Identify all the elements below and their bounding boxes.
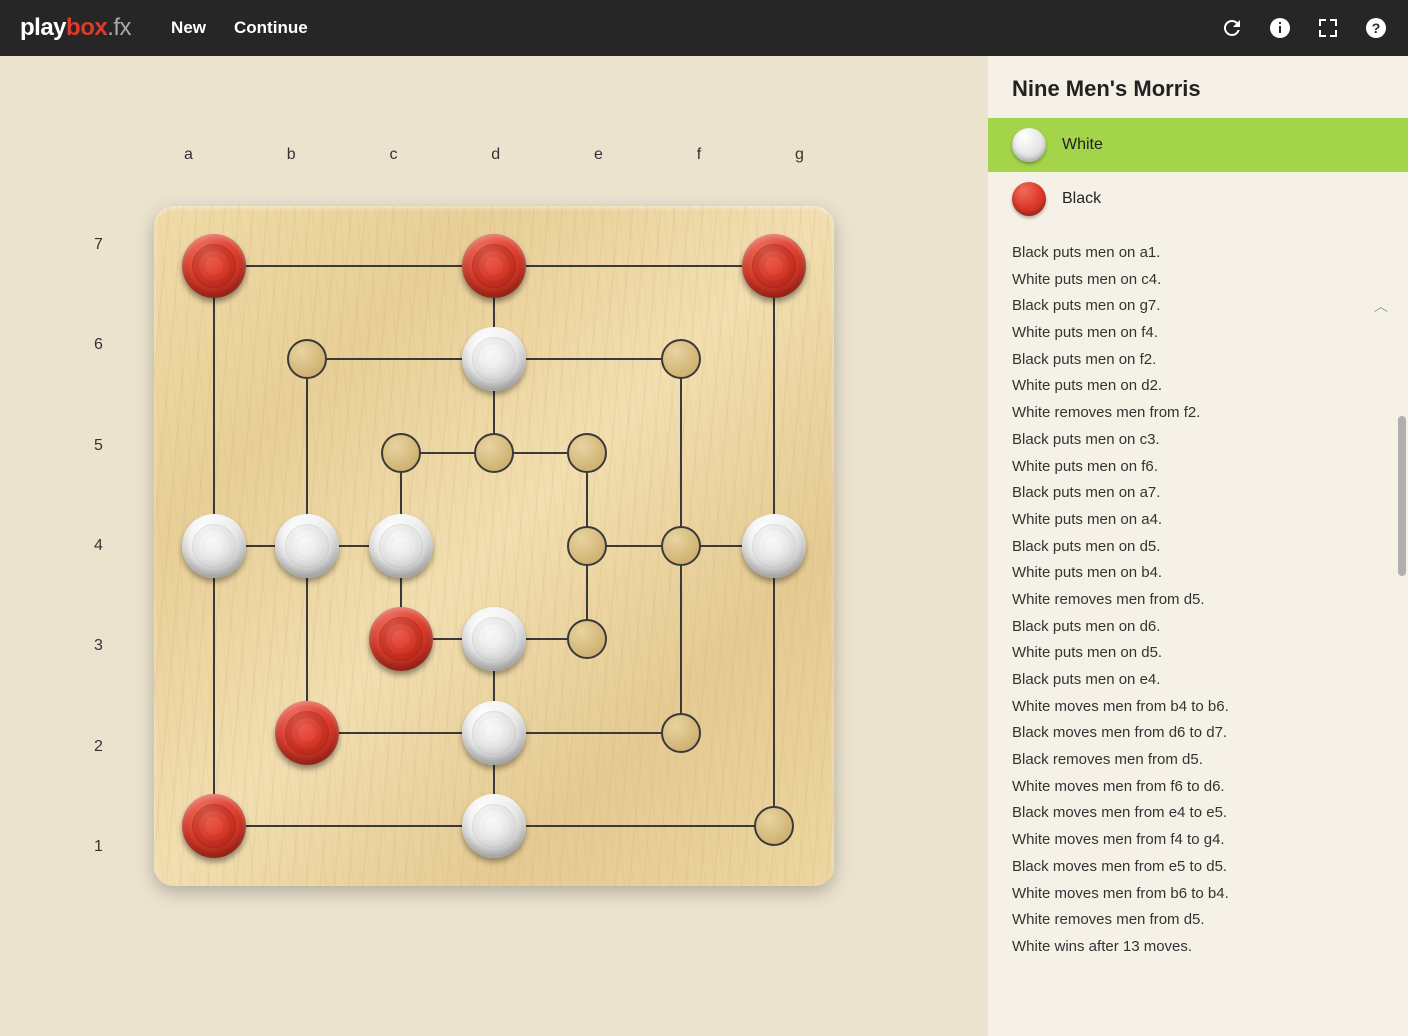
log-line: White moves men from f6 to d6. [1012,774,1384,801]
point-f2[interactable] [661,713,701,753]
piece-white-b4[interactable] [275,514,339,578]
col-label: f [697,146,701,164]
nav: New Continue [171,18,308,38]
board-lines [154,206,834,886]
log-line: White puts men on d5. [1012,640,1384,667]
log-line: Black puts men on d5. [1012,534,1384,561]
topbar: playbox.fx New Continue ? [0,0,1408,56]
row-label: 6 [94,336,103,354]
row-label: 4 [94,537,103,555]
row-label: 5 [94,437,103,455]
log-line: Black moves men from e5 to d5. [1012,854,1384,881]
nav-new[interactable]: New [171,18,206,38]
toolbar-icons: ? [1220,16,1388,40]
side-panel: Nine Men's Morris White Black ︿ Black pu… [988,56,1408,1036]
log-line: Black puts men on a1. [1012,240,1384,267]
point-d5[interactable] [474,433,514,473]
row-label: 7 [94,236,103,254]
log-line: Black puts men on f2. [1012,347,1384,374]
log-line: White puts men on b4. [1012,560,1384,587]
row-label: 3 [94,637,103,655]
board-area: a b c d e f g 7 6 5 4 3 2 1 [0,56,988,1036]
piece-red-c3[interactable] [369,607,433,671]
log-line: White puts men on c4. [1012,267,1384,294]
row-label: 2 [94,738,103,756]
point-c5[interactable] [381,433,421,473]
scrollbar-thumb[interactable] [1398,416,1406,576]
log-line: White puts men on f4. [1012,320,1384,347]
game-title: Nine Men's Morris [988,76,1408,118]
player-white[interactable]: White [988,118,1408,172]
log-line: White removes men from d5. [1012,587,1384,614]
piece-red-a7[interactable] [182,234,246,298]
log-line: Black puts men on g7. [1012,293,1384,320]
log-line: Black moves men from e4 to e5. [1012,800,1384,827]
log-line: Black puts men on d6. [1012,614,1384,641]
piece-red-b2[interactable] [275,701,339,765]
piece-white-g4[interactable] [742,514,806,578]
col-label: a [184,146,193,164]
logo-fx: .fx [107,14,131,41]
logo[interactable]: playbox.fx [20,14,131,42]
col-label: d [491,146,500,164]
point-f6[interactable] [661,339,701,379]
log-line: White moves men from b6 to b4. [1012,881,1384,908]
piece-white-d3[interactable] [462,607,526,671]
piece-white-a4[interactable] [182,514,246,578]
log-line: Black removes men from d5. [1012,747,1384,774]
point-e4[interactable] [567,526,607,566]
refresh-icon[interactable] [1220,16,1244,40]
piece-red-g7[interactable] [742,234,806,298]
svg-text:?: ? [1372,20,1381,36]
col-label: g [795,146,804,164]
logo-play: play [20,14,66,41]
row-label: 1 [94,838,103,856]
log-line: White moves men from f4 to g4. [1012,827,1384,854]
black-piece-icon [1012,182,1046,216]
col-labels: a b c d e f g [184,146,804,164]
piece-white-d1[interactable] [462,794,526,858]
log-line: Black moves men from d6 to d7. [1012,720,1384,747]
piece-red-a1[interactable] [182,794,246,858]
point-g1[interactable] [754,806,794,846]
black-label: Black [1062,190,1101,208]
game-board [154,206,834,886]
logo-box: box [66,14,107,41]
info-icon[interactable] [1268,16,1292,40]
white-label: White [1062,136,1103,154]
move-log[interactable]: Black puts men on a1.White puts men on c… [988,226,1408,1036]
log-line: Black puts men on c3. [1012,427,1384,454]
piece-red-d7[interactable] [462,234,526,298]
white-piece-icon [1012,128,1046,162]
log-line: White puts men on d2. [1012,373,1384,400]
player-black[interactable]: Black [988,172,1408,226]
log-line: White wins after 13 moves. [1012,934,1384,961]
point-e3[interactable] [567,619,607,659]
fullscreen-icon[interactable] [1316,16,1340,40]
piece-white-d2[interactable] [462,701,526,765]
log-line: White puts men on a4. [1012,507,1384,534]
log-line: White removes men from f2. [1012,400,1384,427]
log-line: White puts men on f6. [1012,454,1384,481]
piece-white-c4[interactable] [369,514,433,578]
col-label: b [287,146,296,164]
log-line: White removes men from d5. [1012,907,1384,934]
point-e5[interactable] [567,433,607,473]
point-b6[interactable] [287,339,327,379]
col-label: e [594,146,603,164]
log-line: Black puts men on a7. [1012,480,1384,507]
nav-continue[interactable]: Continue [234,18,308,38]
point-f4[interactable] [661,526,701,566]
log-line: Black puts men on e4. [1012,667,1384,694]
help-icon[interactable]: ? [1364,16,1388,40]
log-line: White moves men from b4 to b6. [1012,694,1384,721]
col-label: c [389,146,397,164]
piece-white-d6[interactable] [462,327,526,391]
row-labels: 7 6 5 4 3 2 1 [94,236,103,856]
